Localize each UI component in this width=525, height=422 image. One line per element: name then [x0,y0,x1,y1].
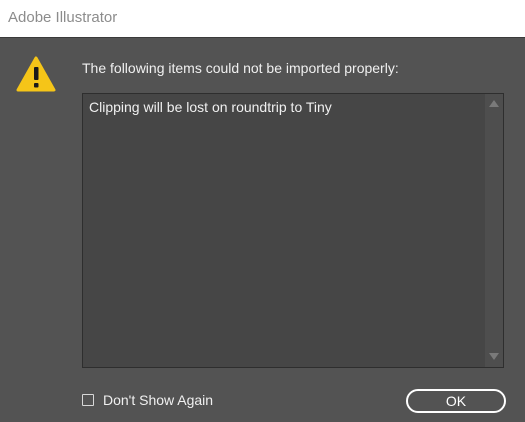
dialog-message: The following items could not be importe… [82,60,399,76]
import-issues-list[interactable]: Clipping will be lost on roundtrip to Ti… [82,93,504,368]
scroll-up-arrow-icon[interactable] [485,96,503,112]
list-item: Clipping will be lost on roundtrip to Ti… [89,99,332,115]
list-scrollbar[interactable] [485,94,503,367]
dont-show-again-label[interactable]: Don't Show Again [103,392,213,408]
dont-show-again-option[interactable]: Don't Show Again [82,392,213,408]
warning-triangle-icon [16,56,56,92]
window-title: Adobe Illustrator [8,9,118,26]
title-bar[interactable]: Adobe Illustrator [0,0,525,38]
dont-show-again-checkbox[interactable] [82,394,94,406]
scroll-down-arrow-icon[interactable] [485,349,503,365]
ok-button[interactable]: OK [406,389,506,413]
import-warning-dialog: Adobe Illustrator The following items co… [0,0,525,422]
